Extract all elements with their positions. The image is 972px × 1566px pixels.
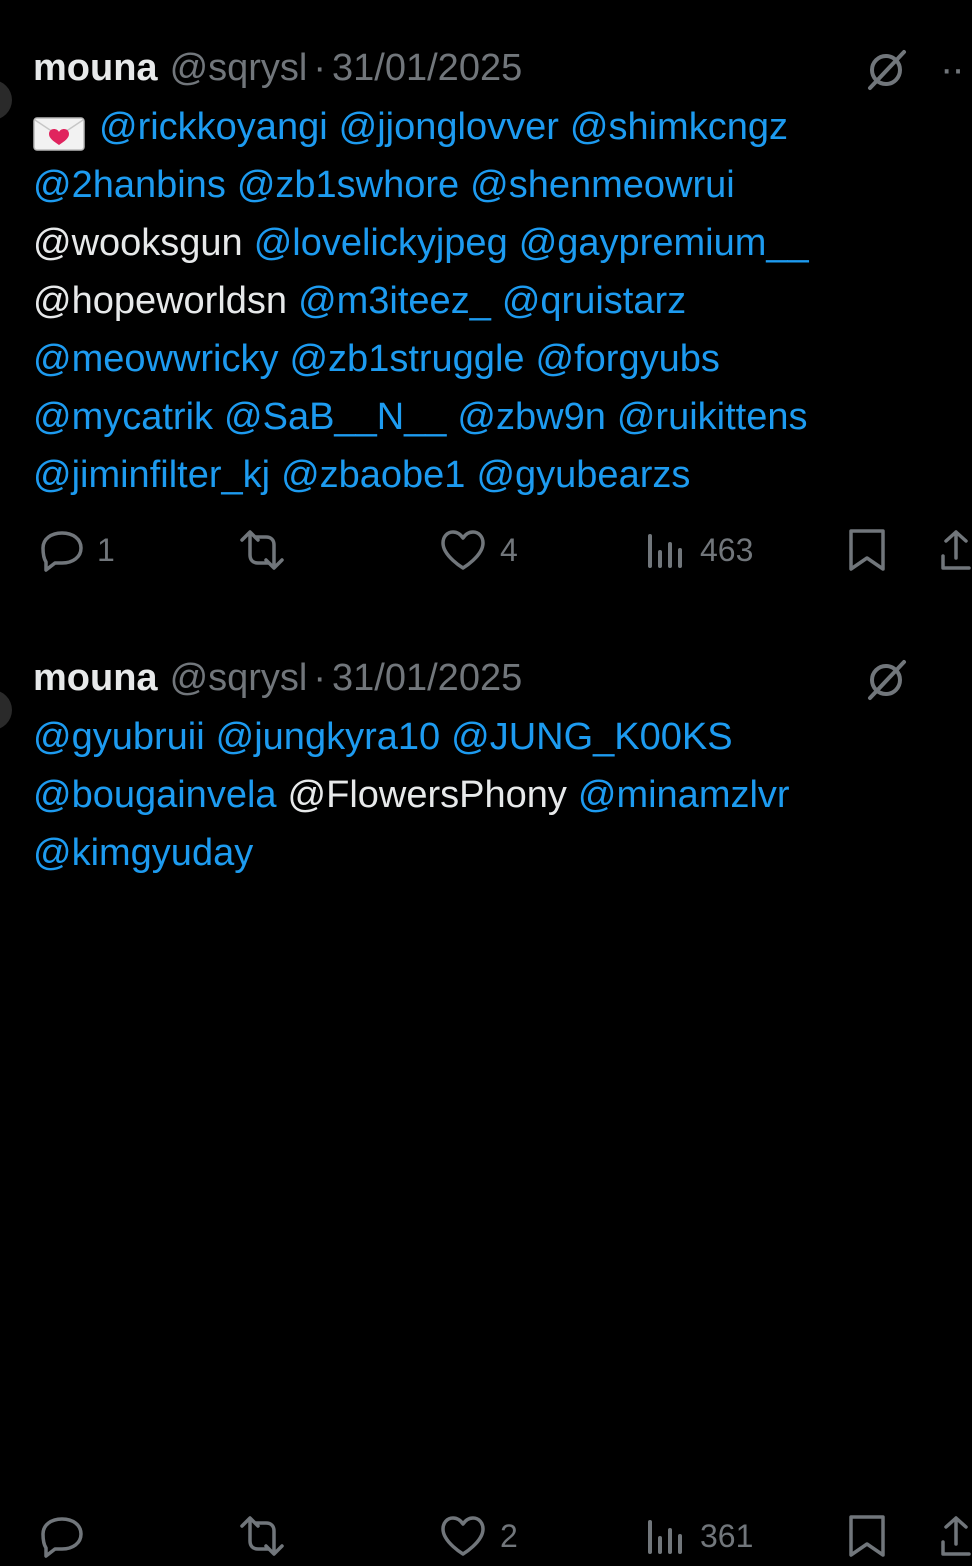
mention-link[interactable]: @bougainvela — [33, 766, 277, 824]
mention-link[interactable]: @zb1swhore — [237, 156, 459, 214]
avatar[interactable] — [0, 690, 12, 730]
envelope-heart-icon — [33, 110, 85, 151]
action-bar: 1 4 463 — [0, 520, 972, 580]
tweet-text-line: @mycatrik @SaB__N__ @zbw9n @ruikittens — [33, 388, 820, 446]
tweet-text-line: @2hanbins @zb1swhore @shenmeowrui — [33, 156, 820, 214]
reply-icon — [35, 528, 85, 572]
like-button[interactable]: 2 — [438, 1506, 518, 1566]
repost-button[interactable] — [234, 520, 302, 580]
bookmark-button[interactable] — [846, 1506, 888, 1566]
mention-link[interactable]: @minamzlvr — [578, 766, 790, 824]
mention-text: @hopeworldsn — [33, 280, 288, 322]
mention-text: @wooksgun — [33, 222, 243, 264]
mention-link[interactable]: @gaypremium__ — [519, 214, 809, 272]
more-options-icon[interactable]: ·· — [940, 49, 965, 89]
mention-link[interactable]: @zbw9n — [457, 388, 605, 446]
heart-icon — [438, 528, 488, 572]
analytics-icon — [644, 528, 688, 572]
views-button[interactable]: 463 — [644, 520, 753, 580]
mention-link[interactable]: @meowwricky — [33, 330, 278, 388]
tweet-text-line: @kimgyuday — [33, 824, 801, 882]
mention-link[interactable]: @gyubruii — [33, 708, 205, 766]
tweet-date[interactable]: 31/01/2025 — [332, 657, 522, 700]
mention-link[interactable]: @zbaobe1 — [281, 446, 465, 504]
mention-link[interactable]: @qruistarz — [502, 272, 686, 330]
bookmark-icon — [846, 528, 888, 572]
mention-link[interactable]: @m3iteez_ — [298, 272, 491, 330]
tweet-text-line: @rickkoyangi @jjonglovver @shimkcngz — [33, 98, 820, 156]
mention-link[interactable]: @JUNG_K00KS — [451, 708, 732, 766]
mention-link[interactable]: @gyubearzs — [476, 446, 690, 504]
tweet-text-line: @meowwricky @zb1struggle @forgyubs — [33, 330, 820, 388]
like-count: 2 — [500, 1517, 518, 1554]
tweet-text-line: @bougainvela @FlowersPhony @minamzlvr — [33, 766, 801, 824]
views-button[interactable]: 361 — [644, 1506, 753, 1566]
separator-dot: · — [313, 656, 327, 699]
action-bar: 2 361 — [0, 1506, 972, 1566]
reply-button[interactable] — [35, 1506, 97, 1566]
separator-dot: · — [313, 46, 327, 89]
share-button[interactable] — [940, 1506, 972, 1566]
mention-text: @FlowersPhony — [287, 774, 567, 816]
repost-button[interactable] — [234, 1506, 302, 1566]
mention-link[interactable]: @jiminfilter_kj — [33, 446, 270, 504]
tweet-text: @gyubruii @jungkyra10 @JUNG_K00KS @bougainv… — [33, 708, 801, 882]
mention-link[interactable]: @SaB__N__ — [224, 388, 446, 446]
like-button[interactable]: 4 — [438, 520, 518, 580]
view-count: 463 — [700, 531, 754, 568]
tweet-header: mouna @sqrysl · 31/01/2025 — [33, 648, 522, 708]
tweet-text-line: @wooksgun @lovelickyjpeg @gaypremium__ — [33, 214, 820, 272]
heart-icon — [438, 1514, 488, 1558]
mention-link[interactable]: @jjonglovver — [339, 98, 559, 156]
reply-count: 1 — [97, 531, 115, 568]
tweet-text-line: @gyubruii @jungkyra10 @JUNG_K00KS — [33, 708, 801, 766]
reply-icon — [35, 1514, 85, 1558]
author-name[interactable]: mouna — [33, 47, 158, 90]
mention-link[interactable]: @forgyubs — [536, 330, 720, 388]
mention-link[interactable]: @rickkoyangi — [99, 98, 328, 156]
share-icon — [940, 528, 972, 572]
tweet-text: @rickkoyangi @jjonglovver @shimkcngz @2hanb… — [33, 98, 820, 504]
share-icon — [940, 1514, 972, 1558]
mention-link[interactable]: @lovelickyjpeg — [254, 214, 508, 272]
mention-link[interactable]: @shimkcngz — [570, 98, 788, 156]
bookmark-icon — [846, 1514, 888, 1558]
view-count: 361 — [700, 1517, 754, 1554]
grok-icon[interactable] — [864, 46, 910, 92]
mention-link[interactable]: @ruikittens — [617, 388, 808, 446]
author-name[interactable]: mouna — [33, 657, 158, 700]
tweet-date[interactable]: 31/01/2025 — [332, 47, 522, 90]
analytics-icon — [644, 1514, 688, 1558]
avatar[interactable] — [0, 80, 12, 120]
mention-link[interactable]: @jungkyra10 — [216, 708, 440, 766]
tweet-text-line: @hopeworldsn @m3iteez_ @qruistarz — [33, 272, 820, 330]
mention-link[interactable]: @shenmeowrui — [470, 156, 735, 214]
author-handle[interactable]: @sqrysl — [170, 47, 308, 90]
repost-icon — [234, 528, 290, 572]
mention-link[interactable]: @zb1struggle — [289, 330, 524, 388]
tweet-text-line: @jiminfilter_kj @zbaobe1 @gyubearzs — [33, 446, 820, 504]
like-count: 4 — [500, 531, 518, 568]
mention-link[interactable]: @kimgyuday — [33, 824, 253, 882]
share-button[interactable] — [940, 520, 972, 580]
mention-link[interactable]: @mycatrik — [33, 388, 213, 446]
mention-link[interactable]: @2hanbins — [33, 156, 226, 214]
repost-icon — [234, 1514, 290, 1558]
tweet-header: mouna @sqrysl · 31/01/2025 — [33, 38, 522, 98]
grok-icon[interactable] — [864, 656, 910, 702]
author-handle[interactable]: @sqrysl — [170, 657, 308, 700]
bookmark-button[interactable] — [846, 520, 888, 580]
reply-button[interactable]: 1 — [35, 520, 115, 580]
